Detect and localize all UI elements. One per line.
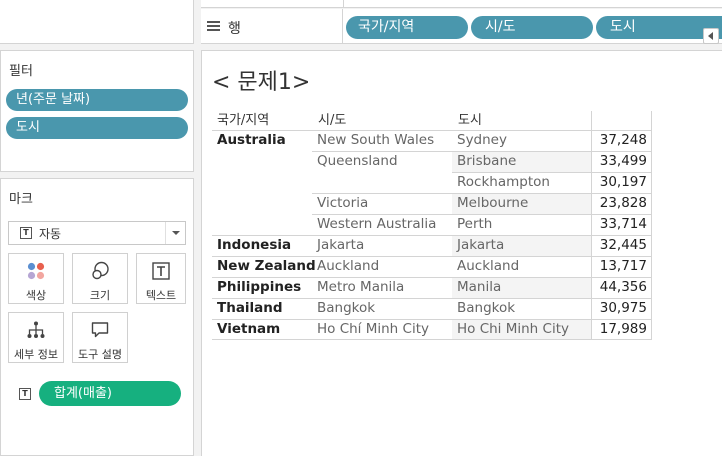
cell-city[interactable]: Manila <box>457 277 501 298</box>
cell-state[interactable]: New South Wales <box>317 130 434 151</box>
cell-country[interactable]: Thailand <box>217 298 283 319</box>
cell-city[interactable]: Melbourne <box>457 193 528 214</box>
cell-country[interactable]: Australia <box>217 130 286 151</box>
cell-sales[interactable]: 30,975 <box>592 298 647 319</box>
left-top-blank <box>0 0 194 44</box>
values-right-rule <box>651 111 652 339</box>
filters-title: 필터 <box>9 64 33 79</box>
color-button-label: 색상 <box>25 289 47 302</box>
cell-country[interactable]: New Zealand <box>217 256 316 277</box>
cell-state[interactable]: Victoria <box>317 193 368 214</box>
cell-sales[interactable]: 17,989 <box>592 319 647 340</box>
cell-state[interactable]: Jakarta <box>317 235 364 256</box>
text-button[interactable]: 텍스트 <box>136 253 186 304</box>
mark-type-dropdown[interactable]: T 자동 <box>8 221 186 245</box>
filter-pill-city[interactable]: 도시 <box>6 117 188 139</box>
cell-sales[interactable]: 33,499 <box>592 151 647 172</box>
cell-sales[interactable]: 13,717 <box>592 256 647 277</box>
cell-state[interactable]: Metro Manila <box>317 277 404 298</box>
cell-sales[interactable]: 32,445 <box>592 235 647 256</box>
tooltip-button-label: 도구 설명 <box>78 348 122 361</box>
cell-state[interactable]: Queensland <box>317 151 398 172</box>
columns-shelf[interactable] <box>201 0 722 8</box>
filter-pill-order-year[interactable]: 년(주문 날짜) <box>6 89 188 111</box>
measure-pill-sum-sales[interactable]: 합계(매출) <box>39 381 181 406</box>
color-icon <box>27 262 45 280</box>
sheet-title: < 문제1> <box>212 70 311 95</box>
cell-country[interactable]: Indonesia <box>217 235 291 256</box>
detail-icon <box>27 321 45 338</box>
cell-state[interactable]: Ho Chí Minh City <box>317 319 429 340</box>
rows-pill-country[interactable]: 국가/지역 <box>346 16 468 39</box>
cell-city[interactable]: Perth <box>457 214 492 235</box>
rows-shelf-label: 행 <box>228 21 241 37</box>
chevron-down-icon[interactable] <box>165 222 185 244</box>
detail-button-label: 세부 정보 <box>14 348 58 361</box>
text-icon <box>152 262 170 280</box>
header-country[interactable]: 국가/지역 <box>217 109 269 128</box>
cell-sales[interactable]: 30,197 <box>592 172 647 193</box>
tableau-workspace: 행 국가/지역 시/도 도시 필터 년(주문 날짜) 도시 마크 T 자동 색상… <box>0 0 722 456</box>
text-mark-icon: T <box>19 388 31 400</box>
cell-state[interactable]: Auckland <box>317 256 379 277</box>
cell-city[interactable]: Auckland <box>457 256 519 277</box>
size-button-label: 크기 <box>89 289 111 302</box>
mark-type-label: 자동 <box>39 227 62 241</box>
collapse-arrow-icon[interactable] <box>703 28 719 44</box>
header-city[interactable]: 도시 <box>458 109 482 128</box>
tooltip-button[interactable]: 도구 설명 <box>72 312 128 363</box>
cell-city[interactable]: Rockhampton <box>457 172 550 193</box>
shelf-divider <box>343 0 344 8</box>
cell-sales[interactable]: 44,356 <box>592 277 647 298</box>
cell-city[interactable]: Ho Chi Minh City <box>457 319 569 340</box>
color-button[interactable]: 색상 <box>8 253 64 304</box>
cell-state[interactable]: Western Australia <box>317 214 436 235</box>
text-mark-icon: T <box>20 227 32 239</box>
cell-city[interactable]: Jakarta <box>457 235 504 256</box>
header-state[interactable]: 시/도 <box>318 109 346 128</box>
cell-sales[interactable]: 23,828 <box>592 193 647 214</box>
size-button[interactable]: 크기 <box>72 253 128 304</box>
cell-sales[interactable]: 37,248 <box>592 130 647 151</box>
text-button-label: 텍스트 <box>145 289 177 302</box>
cell-city[interactable]: Bangkok <box>457 298 515 319</box>
filters-card: 필터 <box>0 50 194 172</box>
cell-city[interactable]: Brisbane <box>457 151 516 172</box>
cell-country[interactable]: Vietnam <box>217 319 280 340</box>
tooltip-icon <box>91 322 109 338</box>
cell-sales[interactable]: 33,714 <box>592 214 647 235</box>
cell-city[interactable]: Sydney <box>457 130 507 151</box>
cell-state[interactable]: Bangkok <box>317 298 375 319</box>
marks-title: 마크 <box>9 192 33 207</box>
detail-button[interactable]: 세부 정보 <box>8 312 64 363</box>
size-icon <box>92 261 109 280</box>
cell-country[interactable]: Philippines <box>217 277 301 298</box>
rows-icon <box>207 21 220 32</box>
rows-shelf-label-area: 행 <box>201 9 343 44</box>
rows-pill-state[interactable]: 시/도 <box>471 16 593 39</box>
